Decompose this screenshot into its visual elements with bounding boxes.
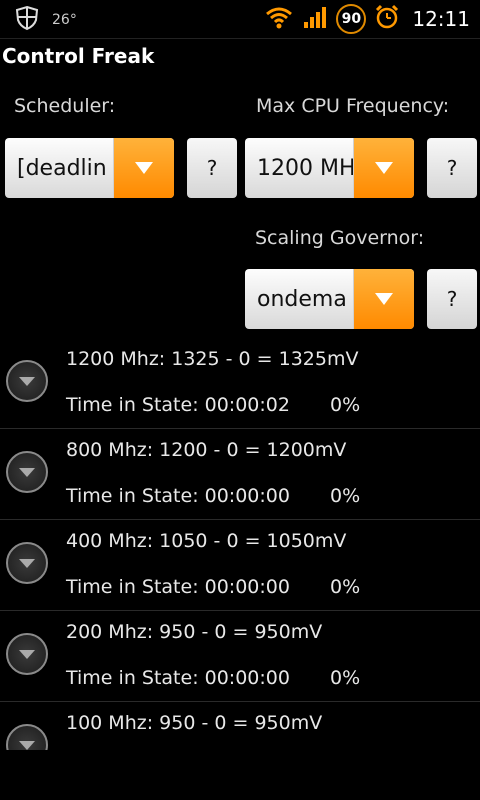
state-voltage-text: 1200 Mhz: 1325 - 0 = 1325mV	[66, 348, 359, 370]
dropdown-arrow-icon	[113, 138, 174, 198]
max-cpu-label: Max CPU Frequency:	[256, 95, 450, 117]
alarm-icon	[374, 4, 400, 34]
governor-value: ondema	[257, 286, 347, 312]
expand-icon[interactable]	[6, 724, 48, 750]
state-voltage-text: 800 Mhz: 1200 - 0 = 1200mV	[66, 439, 347, 461]
scheduler-value: [deadlin	[17, 155, 107, 181]
state-time-text: Time in State: 00:00:00	[66, 576, 290, 598]
governor-help-button[interactable]: ?	[427, 269, 477, 329]
state-time-text: Time in State: 00:00:00	[66, 667, 290, 689]
expand-icon[interactable]	[6, 542, 48, 584]
state-percent-text: 0%	[330, 576, 361, 598]
battery-indicator: 90	[336, 4, 367, 34]
state-percent-text: 0%	[330, 485, 361, 507]
list-item: 800 Mhz: 1200 - 0 = 1200mV Time in State…	[0, 429, 480, 520]
state-voltage-text: 200 Mhz: 950 - 0 = 950mV	[66, 621, 323, 643]
status-bar: 26° 90 12:11	[0, 0, 480, 39]
state-voltage-text: 100 Mhz: 950 - 0 = 950mV	[66, 712, 323, 734]
state-voltage-text: 400 Mhz: 1050 - 0 = 1050mV	[66, 530, 347, 552]
dropdown-arrow-icon	[353, 138, 414, 198]
dropdown-arrow-icon	[353, 269, 414, 329]
signal-icon	[302, 4, 328, 34]
wifi-icon	[264, 4, 294, 34]
expand-icon[interactable]	[6, 451, 48, 493]
max-cpu-select[interactable]: 1200 MH	[245, 138, 414, 198]
state-time-text: Time in State: 00:00:00	[66, 485, 290, 507]
clock-text: 12:11	[412, 7, 470, 31]
list-item: 200 Mhz: 950 - 0 = 950mV Time in State: …	[0, 611, 480, 702]
app-title: Control Freak	[2, 44, 155, 68]
list-item: 1200 Mhz: 1325 - 0 = 1325mV Time in Stat…	[0, 338, 480, 429]
list-item: 100 Mhz: 950 - 0 = 950mV	[0, 702, 480, 750]
governor-select[interactable]: ondema	[245, 269, 414, 329]
max-cpu-help-button[interactable]: ?	[427, 138, 477, 198]
scheduler-help-button[interactable]: ?	[187, 138, 237, 198]
frequency-list: 1200 Mhz: 1325 - 0 = 1325mV Time in Stat…	[0, 338, 480, 750]
scheduler-select[interactable]: [deadlin	[5, 138, 174, 198]
temperature-text: 26°	[52, 12, 77, 28]
max-cpu-value: 1200 MH	[257, 155, 353, 181]
state-percent-text: 0%	[330, 394, 361, 416]
shield-icon	[14, 5, 40, 35]
list-item: 400 Mhz: 1050 - 0 = 1050mV Time in State…	[0, 520, 480, 611]
state-percent-text: 0%	[330, 667, 361, 689]
scheduler-label: Scheduler:	[14, 95, 116, 117]
expand-icon[interactable]	[6, 633, 48, 675]
state-time-text: Time in State: 00:00:02	[66, 394, 290, 416]
expand-icon[interactable]	[6, 360, 48, 402]
governor-label: Scaling Governor:	[255, 227, 425, 249]
